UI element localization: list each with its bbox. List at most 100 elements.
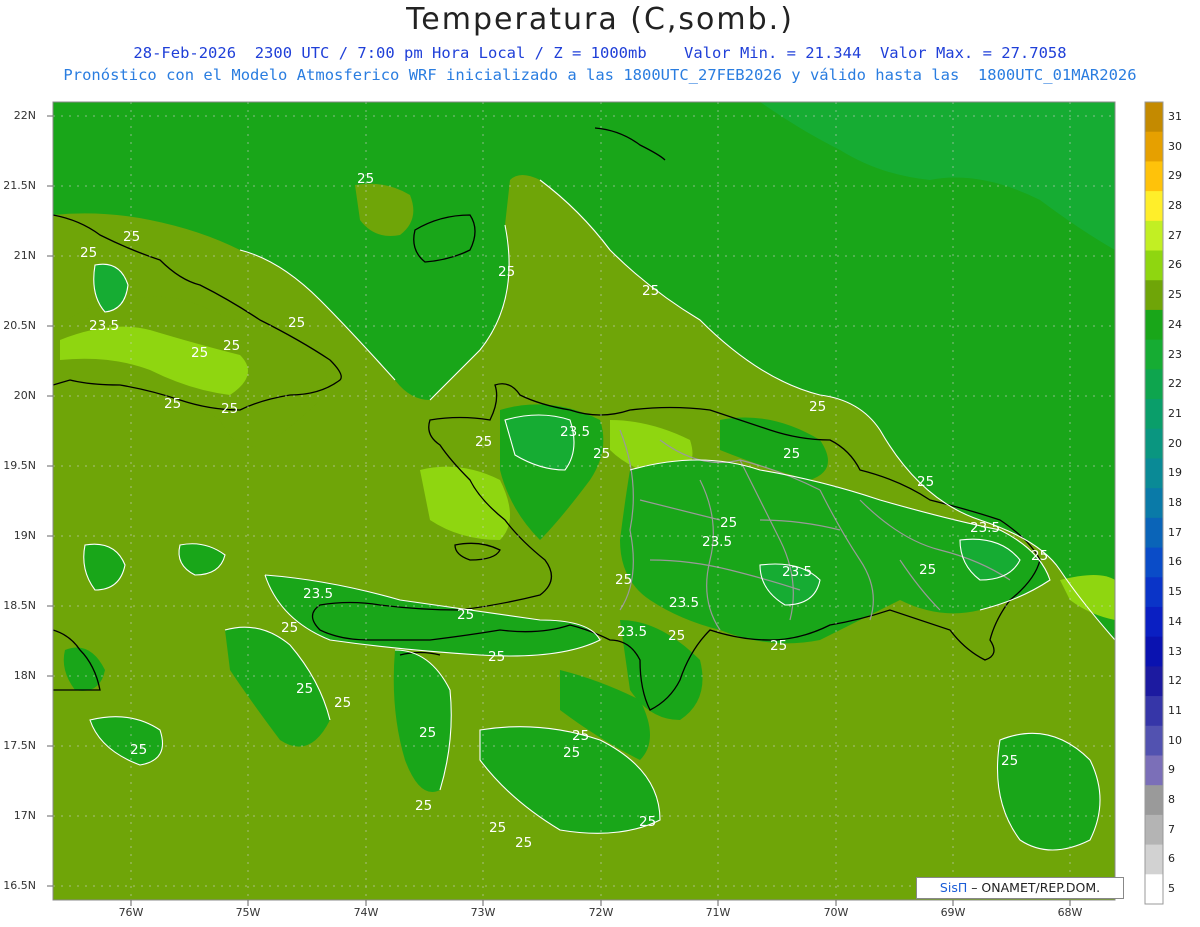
colorbar-label: 24 bbox=[1168, 317, 1182, 331]
colorbar-label: 14 bbox=[1168, 614, 1182, 628]
lat-label: 19N bbox=[13, 529, 36, 542]
lat-label: 17.5N bbox=[3, 739, 36, 752]
colorbar-swatch bbox=[1145, 517, 1163, 549]
temperature-map: 25 25 25 25 25 25 23.5 25 25 25 25 25 23… bbox=[47, 101, 1164, 906]
colorbar-label: 9 bbox=[1168, 763, 1175, 777]
contour-label: 23.5 bbox=[669, 595, 699, 611]
colorbar-label: 16 bbox=[1168, 555, 1182, 569]
colorbar-label: 27 bbox=[1168, 228, 1182, 242]
colorbar-swatch bbox=[1145, 369, 1163, 400]
colorbar-swatch bbox=[1145, 458, 1163, 489]
contour-label: 25 bbox=[515, 835, 532, 851]
contour-label: 25 bbox=[809, 399, 826, 415]
colorbar-label: 13 bbox=[1168, 644, 1182, 658]
colorbar-swatch bbox=[1145, 696, 1163, 727]
colorbar-swatch bbox=[1145, 191, 1163, 222]
lon-label: 72W bbox=[588, 906, 614, 919]
contour-label: 25 bbox=[457, 607, 474, 623]
colorbar-label: 8 bbox=[1168, 793, 1175, 806]
contour-label: 25 bbox=[615, 572, 632, 588]
lat-label: 20N bbox=[13, 389, 36, 402]
colorbar-label: 25 bbox=[1168, 288, 1182, 302]
colorbar-swatch bbox=[1145, 755, 1163, 786]
contour-label: 23.5 bbox=[560, 424, 590, 440]
colorbar-swatch bbox=[1145, 666, 1163, 697]
colorbar-swatch bbox=[1145, 161, 1163, 192]
colorbar-label: 29 bbox=[1168, 169, 1182, 183]
colorbar-label: 5 bbox=[1168, 882, 1175, 896]
contour-label: 25 bbox=[281, 620, 298, 636]
lat-label: 18N bbox=[13, 669, 36, 682]
colorbar-swatch bbox=[1145, 220, 1163, 252]
lat-label: 17N bbox=[13, 809, 36, 822]
colorbar-swatch bbox=[1145, 814, 1163, 846]
contour-label: 23.5 bbox=[303, 586, 333, 602]
contour-label: 25 bbox=[191, 345, 208, 361]
contour-label: 23.5 bbox=[617, 624, 647, 640]
colorbar-swatch bbox=[1145, 577, 1163, 608]
colorbar-swatch bbox=[1145, 339, 1163, 370]
lat-label: 21N bbox=[13, 249, 36, 262]
colorbar-label: 28 bbox=[1168, 199, 1182, 212]
lat-label: 16.5N bbox=[3, 879, 36, 892]
contour-label: 25 bbox=[475, 434, 492, 450]
contour-label: 23.5 bbox=[89, 318, 119, 334]
lat-label: 21.5N bbox=[3, 179, 36, 192]
contour-label: 25 bbox=[334, 695, 351, 711]
contour-label: 25 bbox=[415, 798, 432, 814]
colorbar-label: 20 bbox=[1168, 436, 1182, 450]
colorbar bbox=[1144, 101, 1164, 905]
colorbar-label: 11 bbox=[1168, 703, 1182, 717]
colorbar-swatch bbox=[1145, 488, 1163, 519]
colorbar-label: 22 bbox=[1168, 377, 1182, 391]
lon-label: 74W bbox=[353, 906, 379, 919]
contour-label: 25 bbox=[720, 515, 737, 531]
lon-label: 75W bbox=[235, 906, 261, 919]
colorbar-swatch bbox=[1145, 606, 1163, 638]
contour-label: 23.5 bbox=[970, 520, 1000, 536]
colorbar-swatch bbox=[1145, 309, 1163, 341]
contour-label: 25 bbox=[223, 338, 240, 354]
colorbar-label: 15 bbox=[1168, 585, 1182, 599]
contour-label: 25 bbox=[130, 742, 147, 758]
lon-label: 71W bbox=[705, 906, 731, 919]
colorbar-swatch bbox=[1145, 102, 1163, 133]
colorbar-swatch bbox=[1145, 874, 1163, 905]
colorbar-label: 19 bbox=[1168, 466, 1182, 480]
contour-label: 25 bbox=[668, 628, 685, 644]
contour-label: 25 bbox=[489, 820, 506, 836]
contour-label: 25 bbox=[572, 728, 589, 744]
contour-label: 25 bbox=[164, 396, 181, 412]
colorbar-swatch bbox=[1145, 250, 1163, 281]
colorbar-swatch bbox=[1145, 131, 1163, 162]
contour-label: 25 bbox=[919, 562, 936, 578]
colorbar-label: 21 bbox=[1168, 406, 1182, 420]
contour-label: 25 bbox=[770, 638, 787, 654]
contour-label: 25 bbox=[563, 745, 580, 761]
lon-label: 73W bbox=[470, 906, 496, 919]
colorbar-label: 31 bbox=[1168, 109, 1182, 123]
contour-label: 23.5 bbox=[702, 534, 732, 550]
contour-label: 25 bbox=[221, 401, 238, 417]
contour-label: 25 bbox=[593, 446, 610, 462]
colorbar-swatch bbox=[1145, 844, 1163, 875]
contour-label: 25 bbox=[357, 171, 374, 187]
contour-label: 25 bbox=[642, 283, 659, 299]
colorbar-swatch bbox=[1145, 636, 1163, 667]
colorbar-label: 12 bbox=[1168, 674, 1182, 688]
contour-label: 25 bbox=[1001, 753, 1018, 769]
contour-label: 23.5 bbox=[782, 564, 812, 580]
contour-label: 25 bbox=[123, 229, 140, 245]
colorbar-swatch bbox=[1145, 547, 1163, 578]
credit-box: SisΠ – ONAMET/REP.DOM. bbox=[916, 877, 1124, 899]
colorbar-label: 6 bbox=[1168, 852, 1175, 866]
lat-label: 22N bbox=[13, 109, 36, 122]
contour-label: 25 bbox=[419, 725, 436, 741]
contour-label: 25 bbox=[1031, 548, 1048, 564]
contour-label: 25 bbox=[917, 474, 934, 490]
colorbar-swatch bbox=[1145, 725, 1163, 756]
colorbar-label: 30 bbox=[1168, 139, 1182, 153]
colorbar-label: 23 bbox=[1168, 347, 1182, 361]
contour-label: 25 bbox=[639, 814, 656, 830]
contour-label: 25 bbox=[288, 315, 305, 331]
